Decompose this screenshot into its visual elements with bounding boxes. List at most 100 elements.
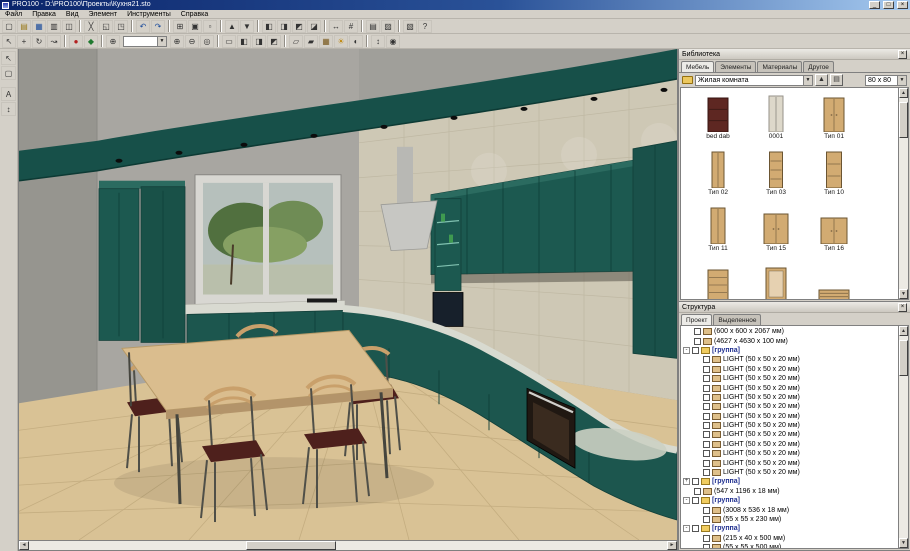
settings-button[interactable]: ▧: [403, 20, 417, 33]
new-project-button[interactable]: ▢: [2, 20, 16, 33]
print-preview-button[interactable]: ◫: [62, 20, 76, 33]
tree-item-row[interactable]: (4627 x 4630 x 100 мм): [681, 336, 898, 345]
library-item[interactable]: Тип 03: [747, 148, 805, 204]
minimize-button[interactable]: _: [869, 1, 880, 9]
hscroll-track[interactable]: [29, 541, 667, 550]
structure-tab-1[interactable]: Выделенное: [713, 314, 761, 325]
area-select-tool-button[interactable]: ▢: [1, 66, 16, 80]
structure-scroll-track[interactable]: [899, 336, 908, 538]
pick-material-tool-button[interactable]: ◆: [84, 35, 98, 48]
close-button[interactable]: ×: [897, 1, 908, 9]
tree-item-row[interactable]: (547 x 1196 x 18 мм): [681, 487, 898, 496]
library-item[interactable]: Тип 16: [805, 204, 863, 260]
align-top-button[interactable]: ◩: [292, 20, 306, 33]
tree-group-row[interactable]: -[группа]: [681, 496, 898, 505]
ruler-toggle-button[interactable]: ↕: [371, 35, 385, 48]
wireframe-view-button[interactable]: ▱: [289, 35, 303, 48]
tree-item-row[interactable]: LIGHT (50 x 50 x 20 мм): [681, 430, 898, 439]
visibility-checkbox[interactable]: [703, 422, 710, 429]
visibility-checkbox[interactable]: [703, 413, 710, 420]
collapse-icon[interactable]: -: [683, 525, 690, 532]
new-element-button[interactable]: ⊞: [173, 20, 187, 33]
pan-tool-button[interactable]: +: [17, 35, 31, 48]
library-vscrollbar[interactable]: ▲ ▼: [898, 88, 908, 299]
menu-item-2[interactable]: Вид: [61, 10, 84, 19]
tree-item-row[interactable]: (55 x 55 x 230 мм): [681, 515, 898, 524]
tree-item-row[interactable]: LIGHT (50 x 50 x 20 мм): [681, 374, 898, 383]
paint-material-tool-button[interactable]: ●: [69, 35, 83, 48]
texture-view-button[interactable]: ▦: [319, 35, 333, 48]
structure-vscrollbar[interactable]: ▲ ▼: [898, 326, 908, 548]
select-pointer-tool-button[interactable]: ↖: [1, 51, 16, 65]
scroll-up-icon[interactable]: ▲: [899, 88, 908, 98]
scroll-right-icon[interactable]: ►: [667, 541, 677, 550]
tree-group-row[interactable]: -[группа]: [681, 346, 898, 355]
library-item[interactable]: Тип 02: [689, 148, 747, 204]
library-item[interactable]: Тип 20: [805, 260, 863, 300]
camera-view-button[interactable]: ◉: [386, 35, 400, 48]
collapse-icon[interactable]: -: [683, 497, 690, 504]
tree-item-row[interactable]: LIGHT (50 x 50 x 20 мм): [681, 440, 898, 449]
menu-item-1[interactable]: Правка: [27, 10, 61, 19]
visibility-checkbox[interactable]: [692, 497, 699, 504]
visibility-checkbox[interactable]: [703, 441, 710, 448]
visibility-checkbox[interactable]: [694, 338, 701, 345]
show-dimensions-button[interactable]: ↔: [329, 20, 343, 33]
tree-item-row[interactable]: LIGHT (50 x 50 x 20 мм): [681, 421, 898, 430]
ungroup-elements-button[interactable]: ▫: [203, 20, 217, 33]
library-scroll-track[interactable]: [899, 98, 908, 289]
library-tab-0[interactable]: Мебель: [681, 61, 714, 72]
library-item[interactable]: Тип 17: [689, 260, 747, 300]
select-tool-button[interactable]: ↖: [2, 35, 16, 48]
scroll-left-icon[interactable]: ◄: [19, 541, 29, 550]
zoom-tool-button[interactable]: ⊕: [106, 35, 120, 48]
light-toggle-button[interactable]: ☀: [334, 35, 348, 48]
library-item[interactable]: Тип 15: [747, 204, 805, 260]
visibility-checkbox[interactable]: [703, 450, 710, 457]
library-item[interactable]: 0001: [747, 92, 805, 148]
menu-item-3[interactable]: Элемент: [84, 10, 123, 19]
show-grid-button[interactable]: #: [344, 20, 358, 33]
visibility-checkbox[interactable]: [703, 375, 710, 382]
print-button[interactable]: ▥: [47, 20, 61, 33]
group-elements-button[interactable]: ▣: [188, 20, 202, 33]
scroll-down-icon[interactable]: ▼: [899, 289, 908, 299]
tree-item-row[interactable]: LIGHT (50 x 50 x 20 мм): [681, 449, 898, 458]
library-close-icon[interactable]: ×: [898, 50, 907, 59]
tree-item-row[interactable]: LIGHT (50 x 50 x 20 мм): [681, 355, 898, 364]
visibility-checkbox[interactable]: [703, 535, 710, 542]
visibility-checkbox[interactable]: [703, 385, 710, 392]
visibility-checkbox[interactable]: [703, 431, 710, 438]
paste-button[interactable]: ◳: [114, 20, 128, 33]
visibility-checkbox[interactable]: [703, 366, 710, 373]
visibility-checkbox[interactable]: [703, 544, 710, 548]
category-select[interactable]: Жилая комната ▼: [695, 75, 813, 86]
view-side-button[interactable]: ◨: [252, 35, 266, 48]
category-dropdown-icon[interactable]: ▼: [803, 76, 812, 85]
library-tab-1[interactable]: Элементы: [715, 61, 756, 72]
library-item[interactable]: bed dab: [689, 92, 747, 148]
visibility-checkbox[interactable]: [703, 356, 710, 363]
expand-icon[interactable]: +: [683, 478, 690, 485]
tree-item-row[interactable]: LIGHT (50 x 50 x 20 мм): [681, 468, 898, 477]
view-perspective-button[interactable]: ◩: [267, 35, 281, 48]
structure-scroll-thumb[interactable]: [899, 340, 908, 376]
viewport-hscrollbar[interactable]: ◄ ►: [19, 540, 677, 550]
send-back-button[interactable]: ▼: [240, 20, 254, 33]
menu-item-4[interactable]: Инструменты: [122, 10, 176, 19]
zoom-out-button[interactable]: ⊖: [185, 35, 199, 48]
library-item[interactable]: Тип 11: [689, 204, 747, 260]
collapse-icon[interactable]: -: [683, 347, 690, 354]
tree-group-row[interactable]: +[группа]: [681, 477, 898, 486]
align-right-button[interactable]: ◨: [277, 20, 291, 33]
view-mode-button[interactable]: ▤: [830, 74, 843, 86]
tree-item-row[interactable]: LIGHT (50 x 50 x 20 мм): [681, 412, 898, 421]
tree-group-row[interactable]: -[группа]: [681, 524, 898, 533]
thumbnail-size-select[interactable]: 80 x 80 ▼: [865, 75, 907, 86]
open-project-button[interactable]: ▤: [17, 20, 31, 33]
viewport-3d[interactable]: ◄ ►: [18, 49, 678, 551]
tree-item-row[interactable]: (215 x 40 x 500 мм): [681, 534, 898, 543]
scroll-down-icon[interactable]: ▼: [899, 538, 908, 548]
align-bottom-button[interactable]: ◪: [307, 20, 321, 33]
copy-button[interactable]: ◱: [99, 20, 113, 33]
